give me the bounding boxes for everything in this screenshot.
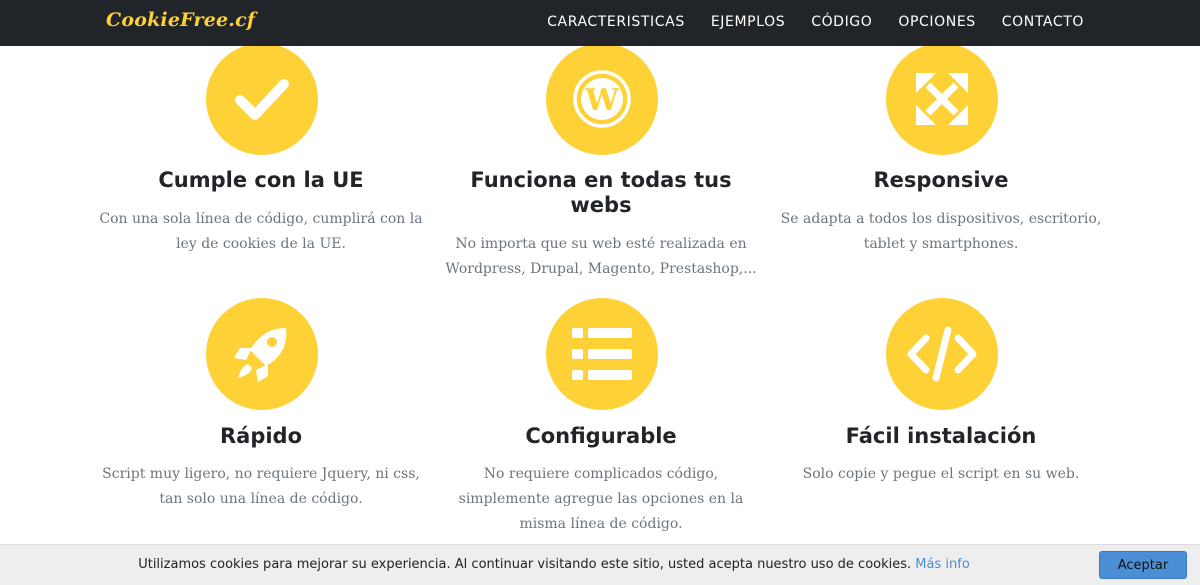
svg-text:W: W — [584, 83, 620, 118]
feature-title: Rápido — [219, 424, 303, 448]
nav-link-caracteristicas[interactable]: CARACTERISTICAS — [547, 14, 685, 30]
nav-link-codigo[interactable]: CÓDIGO — [811, 14, 872, 30]
more-info-link[interactable]: Más info — [915, 557, 969, 572]
feature-title: Configurable — [525, 424, 677, 448]
nav-link-opciones[interactable]: OPCIONES — [898, 14, 975, 30]
feature-title: Responsive — [873, 168, 1009, 192]
wordpress-icon: W — [573, 70, 631, 128]
nav-link-ejemplos[interactable]: EJEMPLOS — [711, 14, 785, 30]
brand-logo[interactable]: CookieFree.cf — [106, 9, 255, 31]
cookie-consent-bar: Utilizamos cookies para mejorar su exper… — [0, 544, 1200, 585]
feature-icon-circle — [546, 298, 658, 410]
top-navbar: CookieFree.cf CARACTERISTICAS EJEMPLOS C… — [0, 0, 1200, 46]
cookie-message: Utilizamos cookies para mejorar su exper… — [138, 557, 912, 572]
rocket-icon — [234, 328, 287, 382]
feature-description: Se adapta a todos los dispositivos, escr… — [780, 211, 1102, 252]
feature-description: Con una sola línea de código, cumplirá c… — [99, 211, 423, 252]
code-icon — [907, 326, 977, 382]
feature-description: No importa que su web esté realizada en W… — [445, 236, 757, 277]
feature-title: Cumple con la UE — [158, 168, 364, 192]
features-section: Cumple con la UE Con una sola línea de c… — [0, 0, 1200, 584]
expand-arrows-icon — [916, 73, 968, 125]
feature-title: Funciona en todas tus webs — [470, 168, 732, 217]
cookie-message-container: Utilizamos cookies para mejorar su exper… — [0, 557, 1108, 572]
feature-icon-circle: W — [546, 43, 658, 155]
feature-description: No requiere complicados código, simplemen… — [458, 466, 744, 532]
check-icon — [235, 79, 289, 120]
main-nav: CARACTERISTICAS EJEMPLOS CÓDIGO OPCIONES… — [547, 14, 1084, 30]
feature-icon-circle — [206, 298, 318, 410]
accept-cookies-button[interactable]: Aceptar — [1099, 551, 1187, 579]
list-icon — [572, 328, 632, 380]
feature-title: Fácil instalación — [845, 424, 1037, 448]
nav-link-contacto[interactable]: CONTACTO — [1002, 14, 1084, 30]
feature-description: Solo copie y pegue el script en su web. — [802, 466, 1080, 482]
feature-description: Script muy ligero, no requiere Jquery, n… — [102, 466, 420, 507]
feature-icon-circle — [206, 43, 318, 155]
feature-icon-circle — [886, 43, 998, 155]
feature-icon-circle — [886, 298, 998, 410]
